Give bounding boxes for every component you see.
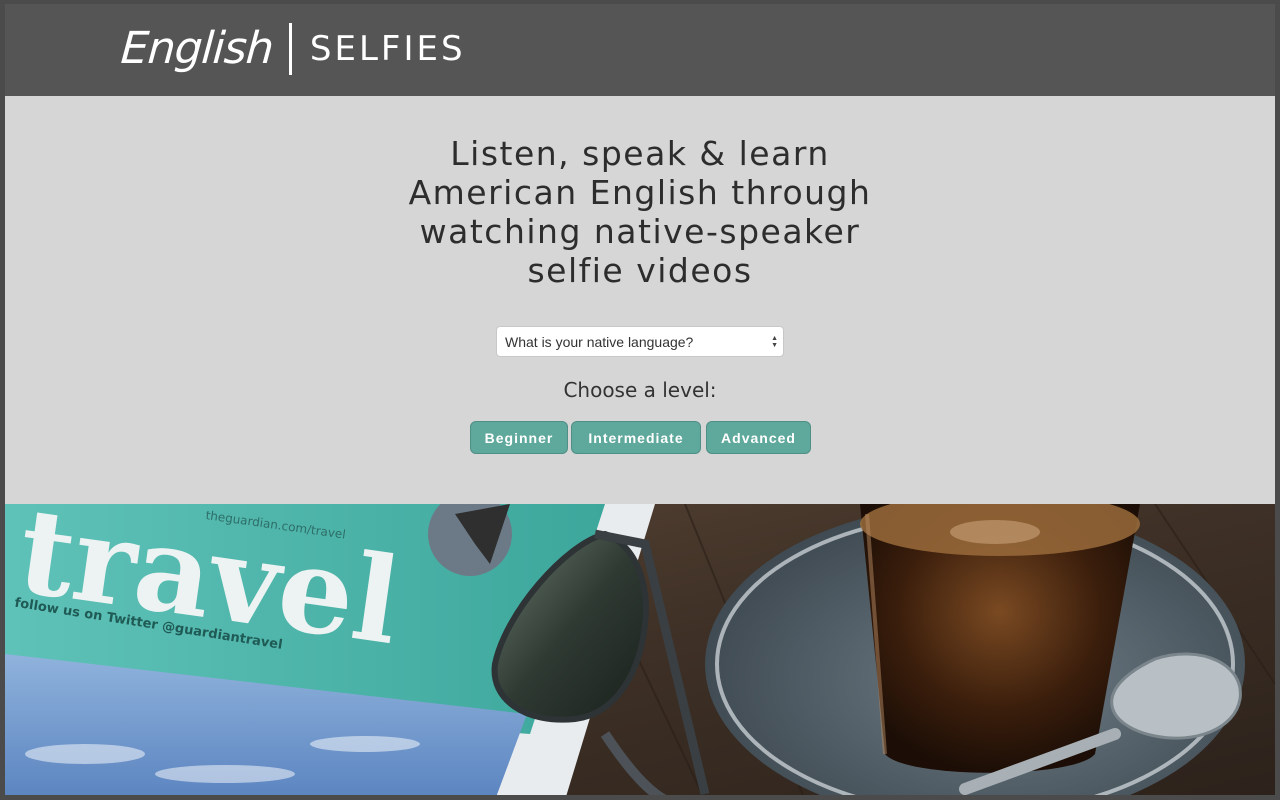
beginner-button[interactable]: Beginner (470, 421, 568, 454)
logo-divider (288, 23, 292, 75)
native-language-select-value: What is your native language? (505, 333, 694, 350)
hero-photo: travel theguardian.com/travel follow us … (5, 504, 1275, 795)
choose-level-label: Choose a level: (563, 378, 717, 402)
advanced-button[interactable]: Advanced (706, 421, 811, 454)
headline-line: selfie videos (527, 251, 753, 290)
logo-tagline: SELFIES (309, 29, 466, 69)
site-header: English SELFIES (5, 4, 1275, 96)
headline-line: watching native-speaker (419, 212, 861, 251)
hero-headline: Listen, speak & learn American English t… (360, 134, 920, 290)
headline-line: Listen, speak & learn (450, 134, 830, 173)
logo-word: English (119, 23, 275, 74)
select-arrows-icon: ▲ ▼ (771, 335, 778, 349)
site-logo[interactable]: English SELFIES (119, 14, 466, 84)
headline-line: American English through (408, 173, 872, 212)
ice-cube (950, 520, 1040, 544)
native-language-select[interactable]: What is your native language? ▲ ▼ (496, 326, 784, 357)
intermediate-button[interactable]: Intermediate (571, 421, 701, 454)
level-buttons: Beginner Intermediate Advanced (470, 421, 811, 454)
hero-section: Listen, speak & learn American English t… (5, 96, 1275, 504)
photo-illustration: travel theguardian.com/travel follow us … (5, 504, 1275, 795)
page-frame: English SELFIES Listen, speak & learn Am… (0, 0, 1280, 800)
